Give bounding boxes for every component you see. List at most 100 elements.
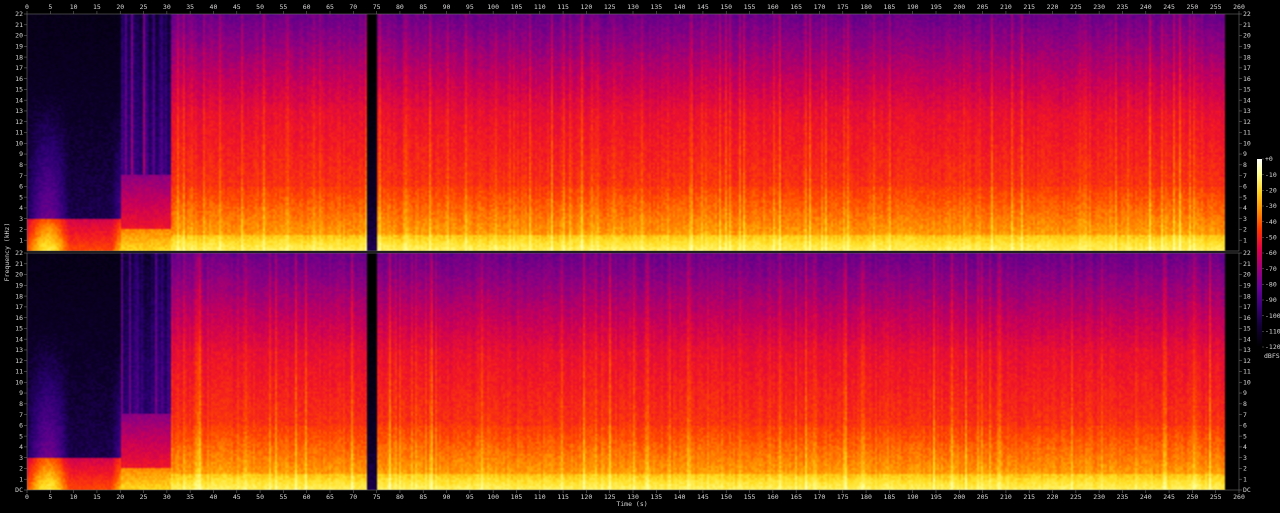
- y-tick-label: 17: [15, 303, 23, 311]
- y-tick-label: 2: [19, 226, 23, 234]
- x-tick-label: 90: [443, 3, 451, 11]
- x-tick-label: 215: [1023, 3, 1035, 11]
- plot-frame-1: [26, 13, 1240, 252]
- x-tick-label: 225: [1070, 3, 1082, 11]
- y-tick-label: 8: [19, 400, 23, 408]
- y-tick-label: 7: [19, 411, 23, 419]
- x-tick-label: 100: [487, 3, 499, 11]
- x-tick-label: 205: [977, 3, 989, 11]
- plot-frames: [26, 13, 1240, 491]
- y-tick-label: 3: [1243, 215, 1247, 223]
- colorbar-tick-label: -20: [1265, 187, 1277, 195]
- x-axis-label: Time (s): [616, 500, 647, 508]
- x-tick-label: 55: [279, 3, 287, 11]
- x-tick-label: 250: [1187, 493, 1199, 501]
- x-tick-label: 180: [860, 3, 872, 11]
- x-tick-label: 240: [1140, 3, 1152, 11]
- x-tick-label: 85: [419, 493, 427, 501]
- colorbar-ticks: +0 -10 -20 -30 -40 -50 -60 -70 -80 -90 -100 -110 -12…: [1262, 155, 1280, 351]
- y-tick-label: 10: [15, 139, 23, 147]
- x-tick-label: 25: [140, 3, 148, 11]
- x-tick-label: 210: [1000, 493, 1012, 501]
- y-tick-label: 20: [15, 32, 23, 40]
- y-tick-label: 3: [19, 215, 23, 223]
- colorbar-tick-label: -30: [1265, 202, 1277, 210]
- x-tick-label: 110: [534, 493, 546, 501]
- x-tick-label: 30: [163, 493, 171, 501]
- x-tick-label: 5: [48, 493, 52, 501]
- x-tick-label: 160: [767, 493, 779, 501]
- x-tick-label: 105: [511, 493, 523, 501]
- x-tick-label: 115: [557, 493, 569, 501]
- x-tick-label: 10: [70, 493, 78, 501]
- y-tick-label: 18: [15, 53, 23, 61]
- x-tick-label: 95: [466, 3, 474, 11]
- x-tick-label: 210: [1000, 3, 1012, 11]
- y-tick-label: 3: [1243, 454, 1247, 462]
- y-tick-label: 8: [1243, 400, 1247, 408]
- x-tick-label: 135: [650, 3, 662, 11]
- x-tick-label: 30: [163, 3, 171, 11]
- y-tick-label: 5: [1243, 432, 1247, 440]
- x-tick-label: 150: [720, 3, 732, 11]
- y-tick-label: 14: [1243, 96, 1251, 104]
- x-tick-label: 115: [557, 3, 569, 11]
- y-tick-label: 6: [19, 422, 23, 430]
- x-tick-label: 190: [907, 3, 919, 11]
- y-tick-label: 14: [15, 96, 23, 104]
- y-tick-label: 22: [1243, 249, 1251, 257]
- x-tick-label: 100: [487, 493, 499, 501]
- x-tick-label: 15: [93, 3, 101, 11]
- y-tick-label: 13: [15, 346, 23, 354]
- colorbar-unit: dBFS: [1264, 352, 1280, 360]
- y-tick-label: 6: [19, 183, 23, 191]
- y-tick-label: 13: [1243, 346, 1251, 354]
- y-tick-label: 21: [1243, 21, 1251, 29]
- x-tick-label: 245: [1163, 3, 1175, 11]
- y-tick-label: 15: [15, 325, 23, 333]
- x-tick-label: 25: [140, 493, 148, 501]
- y-tick-label: 16: [15, 75, 23, 83]
- x-ticks-top: 0 5 10 15 20 25 30 35 40 45 50 55 60 65 70 75 80 85 90 95 10…: [25, 3, 1245, 14]
- y-tick-label: 10: [15, 378, 23, 386]
- colorbar-tick-label: -100: [1265, 312, 1280, 320]
- y-tick-label: 11: [1243, 129, 1251, 137]
- x-tick-label: 95: [466, 493, 474, 501]
- y-tick-label: 19: [1243, 43, 1251, 51]
- y-ticks: 22 2221 2120 2019 1918 1817 1716 1615 1514 1413 13…: [15, 10, 1251, 494]
- x-tick-label: 225: [1070, 493, 1082, 501]
- y-tick-label: 21: [15, 260, 23, 268]
- y-tick-label: 4: [1243, 204, 1247, 212]
- y-tick-label: 6: [1243, 183, 1247, 191]
- spectrogram-view: 0 5 10 15 20 25 30 35 40 45 50 55 60 65 70 75 80 85 90 95 10…: [0, 0, 1280, 513]
- y-tick-label: 1: [19, 236, 23, 244]
- y-tick-label: 12: [15, 357, 23, 365]
- y-tick-label: 3: [19, 454, 23, 462]
- x-tick-label: 160: [767, 3, 779, 11]
- y-tick-label: 2: [1243, 465, 1247, 473]
- x-tick-label: 230: [1093, 493, 1105, 501]
- y-tick-label: 7: [19, 172, 23, 180]
- colorbar-tick-label: -110: [1265, 328, 1280, 336]
- y-tick-label: 15: [15, 86, 23, 94]
- y-tick-label: 17: [1243, 64, 1251, 72]
- x-tick-label: 105: [511, 3, 523, 11]
- x-tick-label: 125: [604, 3, 616, 11]
- x-tick-label: 195: [930, 3, 942, 11]
- x-tick-label: 145: [697, 493, 709, 501]
- y-tick-label: 1: [19, 475, 23, 483]
- y-tick-label: 12: [1243, 357, 1251, 365]
- x-tick-label: 150: [720, 493, 732, 501]
- x-tick-label: 175: [837, 493, 849, 501]
- y-tick-label: 18: [15, 292, 23, 300]
- x-tick-label: 10: [70, 3, 78, 11]
- x-tick-label: 70: [349, 3, 357, 11]
- y-tick-label: 16: [1243, 75, 1251, 83]
- x-tick-label: 135: [650, 493, 662, 501]
- y-tick-label: 19: [15, 43, 23, 51]
- y-tick-label: 11: [15, 129, 23, 137]
- x-tick-label: 140: [674, 493, 686, 501]
- y-tick-label: 19: [1243, 282, 1251, 290]
- colorbar-tick-label: -10: [1265, 171, 1277, 179]
- y-tick-label: 4: [19, 204, 23, 212]
